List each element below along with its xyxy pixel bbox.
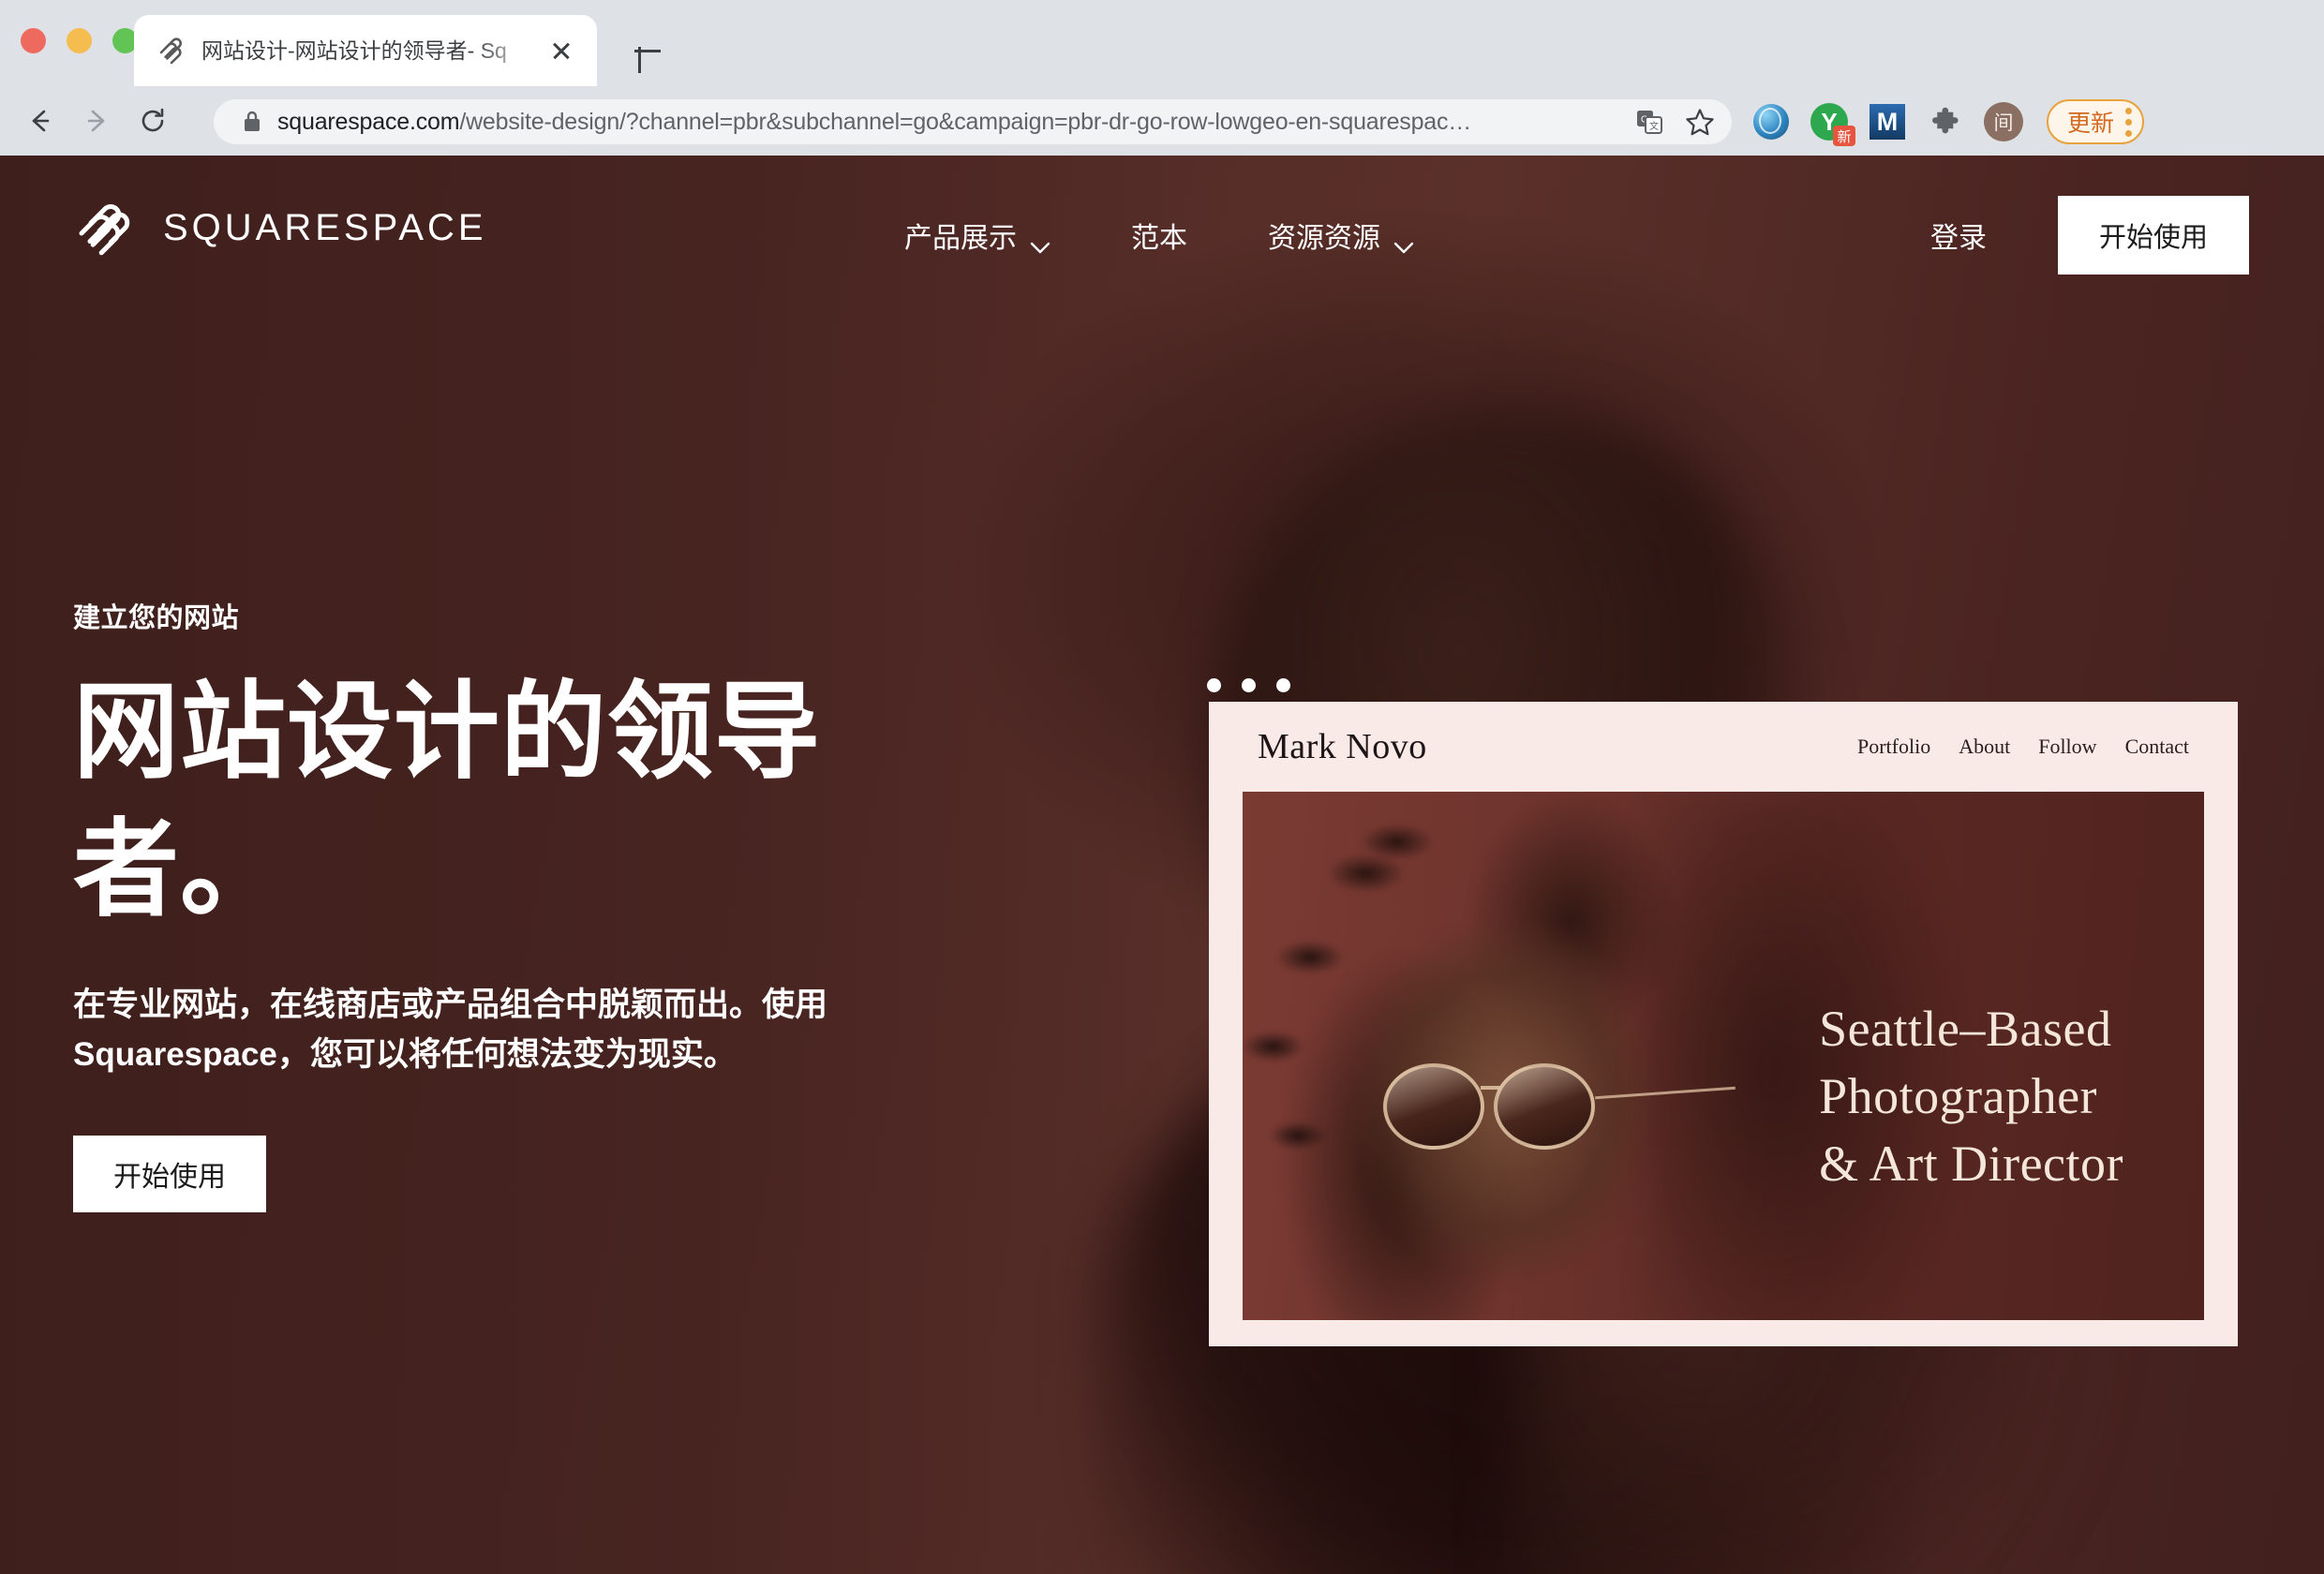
main-navigation: 产品展示 范本 资源资源: [904, 156, 1414, 315]
preview-card-footer: [1209, 1320, 2238, 1346]
login-link[interactable]: 登录: [1930, 215, 1987, 256]
minimize-window-button[interactable]: [67, 28, 92, 53]
youdao-new-badge: 新: [1833, 126, 1855, 146]
browser-tab[interactable]: 网站设计-网站设计的领导者- Sq: [134, 15, 597, 86]
preview-links: Portfolio About Follow Contact: [1857, 735, 2189, 759]
preview-link-about[interactable]: About: [1959, 735, 2010, 759]
url-host: squarespace.com: [277, 108, 460, 135]
back-arrow-icon[interactable]: [19, 99, 62, 142]
header-actions: 登录 开始使用: [1930, 156, 2249, 315]
svg-text:文: 文: [1649, 120, 1659, 132]
preview-headline-line-2: Photographer: [1819, 1067, 2098, 1124]
site-header: SQUARESPACE 产品展示 范本 资源资源 登录 开始使用: [0, 156, 2324, 315]
close-window-button[interactable]: [21, 28, 46, 53]
preview-link-contact[interactable]: Contact: [2125, 735, 2189, 759]
translate-icon[interactable]: G 文: [1631, 103, 1668, 141]
kebab-menu-icon[interactable]: [2125, 107, 2133, 137]
preview-brand: Mark Novo: [1258, 726, 1427, 766]
nav-label-resources: 资源资源: [1268, 223, 1380, 254]
preview-link-follow[interactable]: Follow: [2038, 735, 2096, 759]
avatar-letter: 间: [1984, 102, 2023, 141]
nav-label-products: 产品展示: [904, 223, 1017, 254]
preview-hero-image: Seattle–Based Photographer & Art Directo…: [1243, 792, 2204, 1320]
preview-window-dots: [1207, 678, 1290, 692]
nav-label-templates: 范本: [1131, 223, 1187, 254]
sunglasses-detail: [1383, 1063, 1736, 1150]
logo-text: SQUARESPACE: [163, 206, 487, 248]
new-tab-button[interactable]: [626, 30, 669, 73]
preview-headline: Seattle–Based Photographer & Art Directo…: [1819, 996, 2123, 1197]
nav-item-resources[interactable]: 资源资源: [1268, 215, 1414, 256]
preview-navigation: Mark Novo Portfolio About Follow Contact: [1209, 702, 2238, 791]
url-text: squarespace.com/website-design/?channel=…: [277, 109, 1471, 136]
m-extension-icon[interactable]: M: [1867, 101, 1908, 142]
update-button[interactable]: 更新: [2047, 99, 2145, 144]
address-bar[interactable]: squarespace.com/website-design/?channel=…: [214, 99, 1732, 144]
get-started-button-header[interactable]: 开始使用: [2058, 196, 2249, 275]
page-content: SQUARESPACE 产品展示 范本 资源资源 登录 开始使用 建立您的网站 …: [0, 156, 2324, 1574]
nav-item-products[interactable]: 产品展示: [904, 215, 1050, 256]
hero-headline: 网站设计的领导者。: [73, 673, 821, 928]
star-icon[interactable]: [1681, 103, 1719, 141]
browser-window: 网站设计-网站设计的领导者- Sq squarespace.com/websit…: [0, 0, 2324, 1574]
browser-chrome: 网站设计-网站设计的领导者- Sq squarespace.com/websit…: [0, 0, 2324, 156]
profile-avatar[interactable]: 间: [1983, 101, 2024, 142]
tab-title: 网站设计-网站设计的领导者- Sq: [201, 38, 507, 63]
browser-toolbar: squarespace.com/website-design/?channel=…: [0, 86, 2324, 156]
get-started-button-hero[interactable]: 开始使用: [73, 1136, 266, 1213]
window-controls[interactable]: [21, 28, 138, 53]
squarespace-logo-icon: [156, 35, 188, 67]
globe-extension-icon[interactable]: [1750, 101, 1792, 142]
squarespace-logo-icon: [75, 199, 139, 257]
m-letter: M: [1870, 104, 1905, 140]
update-label: 更新: [2067, 111, 2115, 137]
preview-headline-line-3: & Art Director: [1819, 1135, 2123, 1192]
extensions-area: Y 新 M 间 更新: [1750, 99, 2145, 146]
chevron-down-icon: [1393, 230, 1414, 253]
puzzle-extension-icon[interactable]: [1925, 101, 1966, 142]
hero-eyebrow: 建立您的网站: [73, 603, 240, 633]
url-path: /website-design/?channel=pbr&subchannel=…: [459, 108, 1472, 135]
forward-arrow-icon[interactable]: [75, 99, 118, 142]
preview-link-portfolio[interactable]: Portfolio: [1857, 735, 1930, 759]
nav-item-templates[interactable]: 范本: [1131, 215, 1187, 256]
close-icon[interactable]: [543, 32, 580, 69]
hero-subhead: 在专业网站，在线商店或产品组合中脱颖而出。使用Squarespace，您可以将任…: [73, 986, 828, 1073]
squarespace-logo[interactable]: SQUARESPACE: [75, 199, 487, 257]
preview-headline-line-1: Seattle–Based: [1819, 1001, 2112, 1057]
youdao-extension-icon[interactable]: Y 新: [1809, 101, 1855, 146]
chevron-down-icon: [1030, 230, 1050, 253]
site-preview-card: Mark Novo Portfolio About Follow Contact: [1209, 702, 2238, 1346]
tab-strip: 网站设计-网站设计的领导者- Sq: [0, 0, 2324, 86]
hero-section: 建立您的网站 网站设计的领导者。 在专业网站，在线商店或产品组合中脱颖而出。使用…: [73, 596, 1010, 1213]
reload-icon[interactable]: [131, 99, 174, 142]
omnibox-actions: G 文: [1631, 103, 1719, 141]
lock-icon: [242, 110, 262, 134]
